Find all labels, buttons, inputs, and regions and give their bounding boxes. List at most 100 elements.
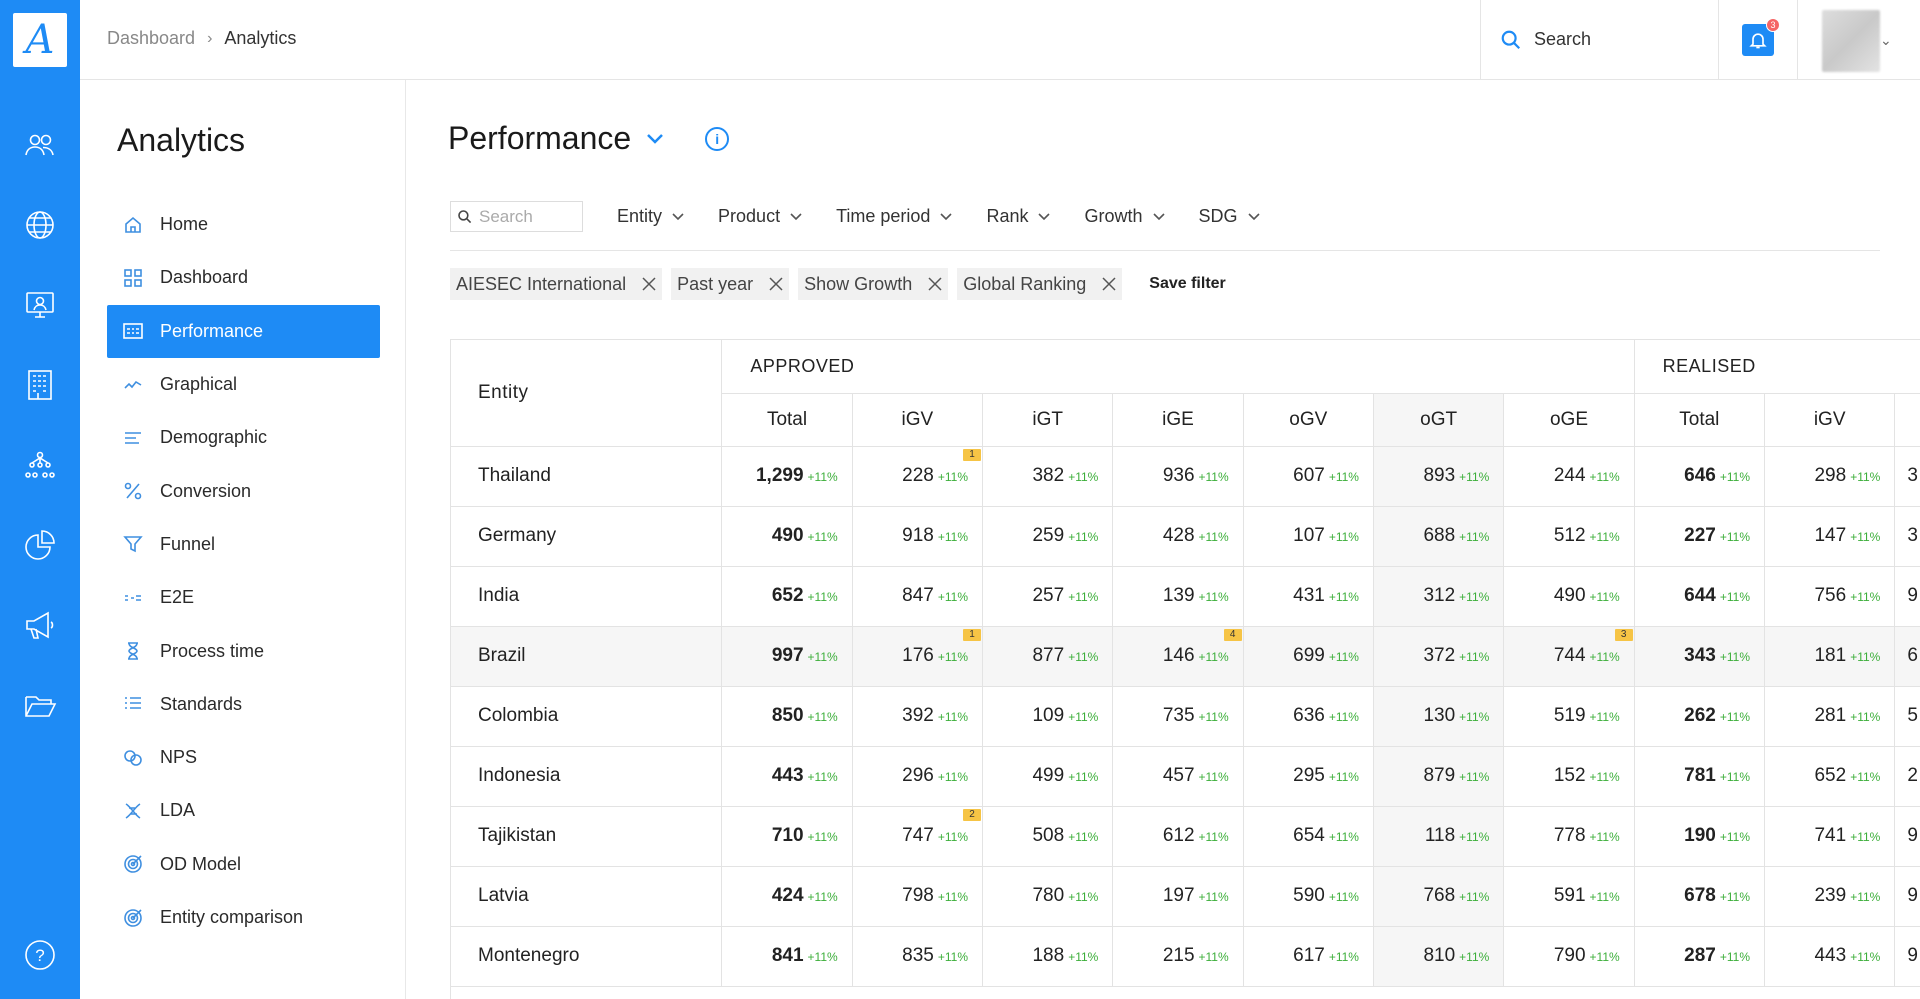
cell-value: 6 <box>1907 645 1918 666</box>
filter-growth-dropdown[interactable]: Growth <box>1084 201 1165 232</box>
cell-value: 512 <box>1553 525 1586 546</box>
column-header[interactable]: iGE <box>1112 393 1244 447</box>
notifications-button[interactable]: 3 <box>1742 17 1780 56</box>
sidebar-item-nps[interactable]: NPS <box>107 731 380 784</box>
table-row[interactable]: Brazil 997 +11% 176 +11% 1 877 +11% 146 +11% 4 699 +… <box>451 626 1920 687</box>
close-icon[interactable] <box>928 277 942 291</box>
cell-value: 147 <box>1814 525 1847 546</box>
filter-sdg-dropdown[interactable]: SDG <box>1199 201 1260 232</box>
hourglass-icon <box>121 639 145 663</box>
filter-time-period-dropdown[interactable]: Time period <box>836 201 953 232</box>
help-icon[interactable]: ? <box>22 937 58 973</box>
value-cell: 372 +11% <box>1373 626 1505 687</box>
filter-product-dropdown[interactable]: Product <box>718 201 802 232</box>
entity-cell[interactable]: Brazil <box>451 626 723 687</box>
monitor-user-icon[interactable] <box>22 287 58 323</box>
entity-cell[interactable]: Thailand <box>451 446 723 507</box>
column-header[interactable]: oGV <box>1243 393 1374 447</box>
filter-entity-dropdown[interactable]: Entity <box>617 201 684 232</box>
growth-indicator: +11% <box>1850 710 1881 724</box>
globe-icon[interactable] <box>22 207 58 243</box>
table-row[interactable]: Montenegro 841 +11% 835 +11% 188 +11% 215 +11% 61… <box>451 926 1920 987</box>
sidebar-item-home[interactable]: Home <box>107 198 380 251</box>
global-search[interactable]: Search <box>1480 0 1718 79</box>
value-cell: 298 +11% <box>1764 446 1896 507</box>
column-header[interactable]: oGE <box>1503 393 1635 447</box>
save-filter-button[interactable]: Save filter <box>1149 275 1225 293</box>
megaphone-icon[interactable] <box>22 607 58 643</box>
sidebar-item-conversion[interactable]: Conversion <box>107 464 380 517</box>
sidebar-item-demographic[interactable]: Demographic <box>107 411 380 464</box>
sidebar-item-standards[interactable]: Standards <box>107 678 380 731</box>
sidebar-item-graphical[interactable]: Graphical <box>107 358 380 411</box>
sidebar-item-entity-comparison[interactable]: Entity comparison <box>107 891 380 944</box>
sidebar-item-funnel[interactable]: Funnel <box>107 518 380 571</box>
filter-rank-dropdown[interactable]: Rank <box>986 201 1051 232</box>
sidebar-item-e2e[interactable]: E2E <box>107 571 380 624</box>
account-chevron-down-icon[interactable]: ⌄ <box>1880 32 1892 49</box>
growth-indicator: +11% <box>1328 470 1359 484</box>
column-header[interactable]: iGT <box>1894 393 1920 447</box>
table-row[interactable]: Colombia 850 +11% 392 +11% 109 +11% 735 +11% 636 +… <box>451 686 1920 747</box>
filter-chip-label: AIESEC International <box>456 273 627 294</box>
value-cell: 190 +11% <box>1634 806 1766 867</box>
value-cell: 215 +11% <box>1112 926 1244 987</box>
entity-cell[interactable]: Montenegro <box>451 926 723 987</box>
table-row[interactable]: Tajikistan 710 +11% 747 +11% 2 508 +11% 612 +11% 6… <box>451 806 1920 867</box>
close-icon[interactable] <box>642 277 656 291</box>
entity-cell[interactable]: Colombia <box>451 686 723 747</box>
column-header[interactable]: Total <box>721 393 853 447</box>
column-header[interactable]: Total <box>1634 393 1766 447</box>
app-logo[interactable]: A <box>13 13 67 67</box>
entity-cell[interactable]: Tajikistan <box>451 806 723 867</box>
column-header[interactable]: iGV <box>1764 393 1896 447</box>
sidebar-item-od-model[interactable]: OD Model <box>107 838 380 891</box>
pie-chart-icon[interactable] <box>22 527 58 563</box>
cell-value: 607 <box>1293 465 1325 486</box>
avatar[interactable] <box>1822 10 1880 72</box>
column-header[interactable]: oGT <box>1373 393 1505 447</box>
table-row[interactable]: Germany 490 +11% 918 +11% 259 +11% 428 +11% 107 +1… <box>451 506 1920 567</box>
sidebar-item-lda[interactable]: LDA <box>107 784 380 837</box>
entity-column-header[interactable]: Entity <box>451 340 723 447</box>
sidebar-item-performance[interactable]: Performance <box>107 304 380 358</box>
sidebar-item-dashboard[interactable]: Dashboard <box>107 251 380 304</box>
filter-search-input[interactable]: Search <box>450 201 583 232</box>
value-cell: 296 +11% <box>852 746 984 807</box>
cell-value: 798 <box>902 885 934 906</box>
breadcrumb-dashboard[interactable]: Dashboard <box>107 28 195 49</box>
entity-cell[interactable]: Germany <box>451 506 723 567</box>
close-icon[interactable] <box>1102 277 1116 291</box>
entity-cell[interactable]: Indonesia <box>451 746 723 807</box>
svg-text:?: ? <box>35 946 44 965</box>
folder-open-icon[interactable] <box>22 687 58 723</box>
sidebar-nav: Home Dashboard Performance Graphical Dem… <box>107 198 380 944</box>
cell-value: 780 <box>1032 885 1065 906</box>
table-row[interactable]: Latvia 424 +11% 798 +11% 780 +11% 197 +11% 590 +11… <box>451 866 1920 927</box>
cell-value: 850 <box>771 705 804 726</box>
close-icon[interactable] <box>769 277 783 291</box>
column-header[interactable]: iGT <box>982 393 1114 447</box>
entity-cell[interactable]: Latvia <box>451 866 723 927</box>
table-row[interactable]: Indonesia 443 +11% 296 +11% 499 +11% 457 +11% 295… <box>451 746 1920 807</box>
cell-value: 9 <box>1907 885 1918 906</box>
chevron-down-icon[interactable] <box>645 132 665 146</box>
performance-table-container[interactable]: Entity APPROVED REALISED Total iGV iGT iGE o… <box>450 339 1920 999</box>
growth-indicator: +11% <box>1328 710 1359 724</box>
table-row[interactable]: India 652 +11% 847 +11% 257 +11% 139 +11% 431 +11%… <box>451 566 1920 627</box>
org-chart-icon[interactable] <box>22 447 58 483</box>
value-cell: 343 +11% <box>1634 626 1766 687</box>
people-icon[interactable] <box>22 127 58 163</box>
cell-value: 197 <box>1162 885 1195 906</box>
cell-value: 181 <box>1814 645 1847 666</box>
info-icon[interactable]: i <box>705 126 730 151</box>
cell-value: 259 <box>1032 525 1065 546</box>
entity-cell[interactable]: India <box>451 566 723 627</box>
table-row[interactable]: Thailand 1,299 +11% 228 +11% 1 382 +11% 936 +11% 6… <box>451 446 1920 507</box>
sidebar-item-process-time[interactable]: Process time <box>107 624 380 677</box>
cell-value: 295 <box>1293 765 1325 786</box>
growth-indicator: +11% <box>1850 650 1881 664</box>
value-cell: 768 +11% <box>1373 866 1505 927</box>
building-icon[interactable] <box>22 367 58 403</box>
column-header[interactable]: iGV <box>852 393 984 447</box>
